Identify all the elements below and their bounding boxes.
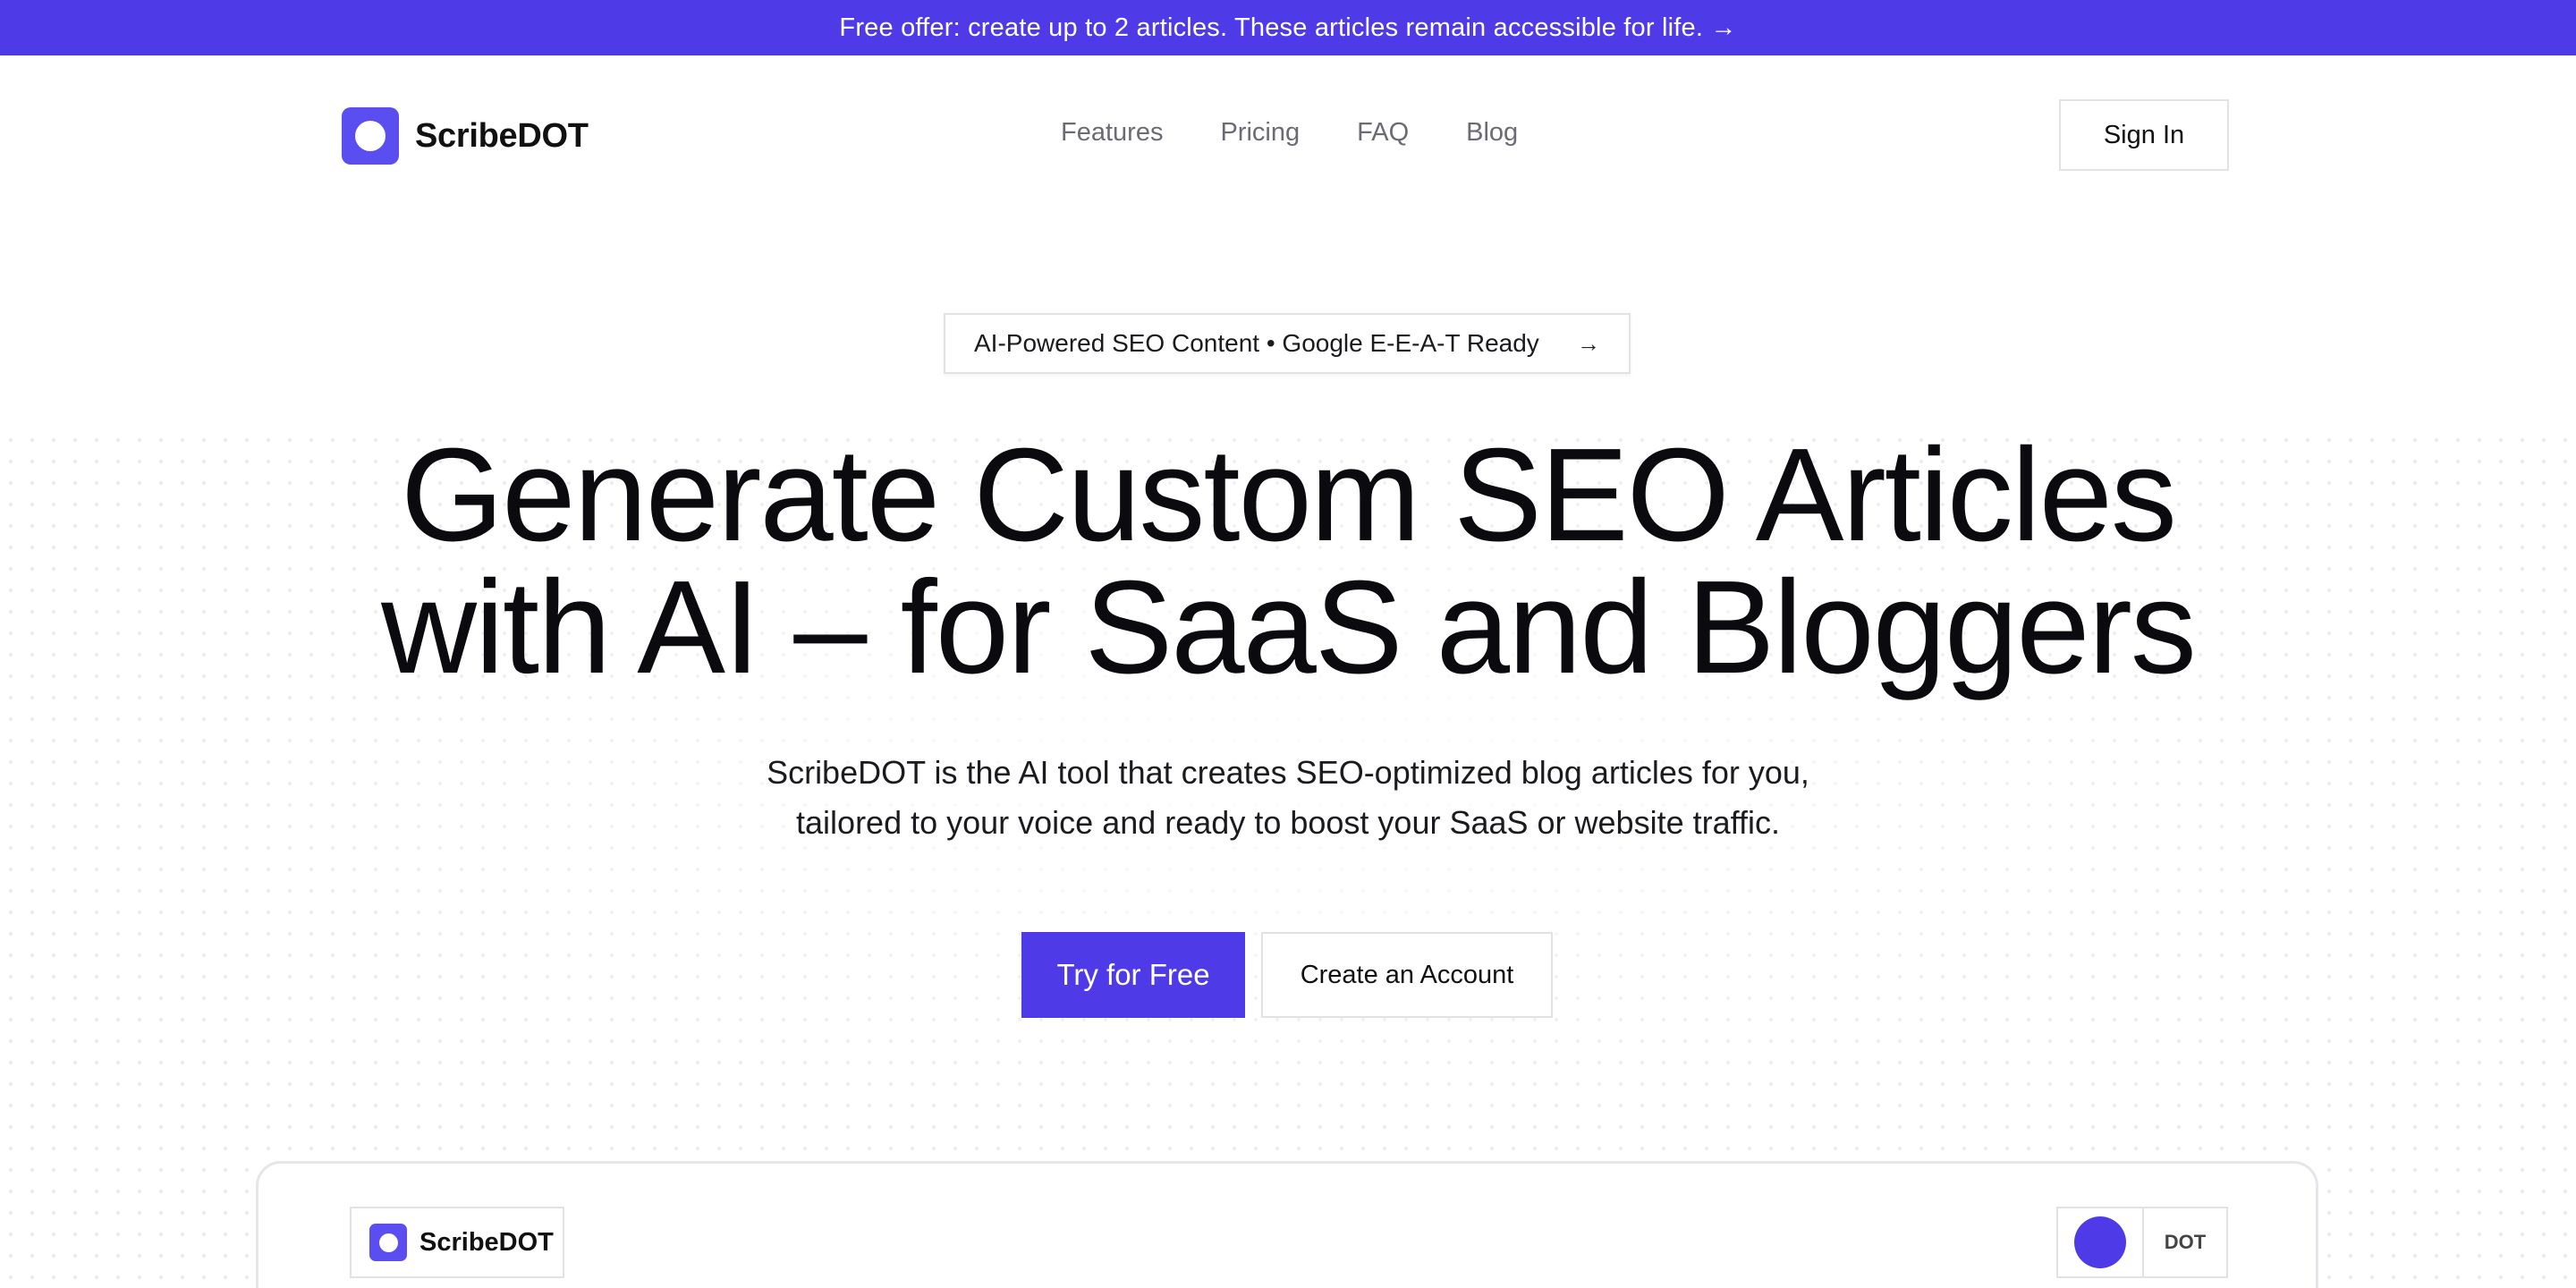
preview-logo-icon xyxy=(369,1224,407,1261)
try-for-free-button[interactable]: Try for Free xyxy=(1021,932,1245,1018)
announcement-banner[interactable]: Free offer: create up to 2 articles. The… xyxy=(0,0,2576,55)
hero-subtitle-line-2: tailored to your voice and ready to boos… xyxy=(796,804,1780,841)
hero-subtitle-line-1: ScribeDOT is the AI tool that creates SE… xyxy=(767,754,1809,791)
cta-row: Try for Free Create an Account xyxy=(1021,932,1553,1018)
preview-user-menu[interactable]: DOT xyxy=(2056,1207,2228,1278)
nav-faq[interactable]: FAQ xyxy=(1357,118,1409,148)
sign-in-button[interactable]: Sign In xyxy=(2059,99,2229,171)
pill-text: AI-Powered SEO Content • Google E-E-A-T … xyxy=(974,329,1539,357)
nav-features[interactable]: Features xyxy=(1061,118,1163,148)
nav-pricing[interactable]: Pricing xyxy=(1220,118,1300,148)
hero-title-line-1: Generate Custom SEO Articles xyxy=(401,421,2177,569)
preview-user-name: DOT xyxy=(2164,1231,2207,1253)
app-preview-frame: ScribeDOT DOT xyxy=(256,1161,2318,1288)
create-account-button[interactable]: Create an Account xyxy=(1261,932,1553,1018)
brand-name: ScribeDOT xyxy=(415,116,589,155)
hero-title: Generate Custom SEO Articles with AI – f… xyxy=(0,429,2576,694)
preview-brand-logo[interactable]: ScribeDOT xyxy=(350,1207,564,1278)
main-nav: Features Pricing FAQ Blog xyxy=(1061,118,1518,148)
preview-brand-name: ScribeDOT xyxy=(419,1227,554,1257)
hero-title-line-2: with AI – for SaaS and Bloggers xyxy=(381,554,2197,701)
avatar[interactable] xyxy=(2074,1216,2126,1268)
logo-icon xyxy=(342,107,399,165)
arrow-right-icon: → xyxy=(1577,329,1600,357)
hero-subtitle: ScribeDOT is the AI tool that creates SE… xyxy=(0,748,2576,848)
nav-blog[interactable]: Blog xyxy=(1466,118,1518,148)
avatar-cell xyxy=(2058,1208,2144,1276)
brand-logo[interactable]: ScribeDOT xyxy=(342,107,589,165)
feature-pill[interactable]: AI-Powered SEO Content • Google E-E-A-T … xyxy=(944,313,1631,374)
announcement-text[interactable]: Free offer: create up to 2 articles. The… xyxy=(839,13,1736,43)
